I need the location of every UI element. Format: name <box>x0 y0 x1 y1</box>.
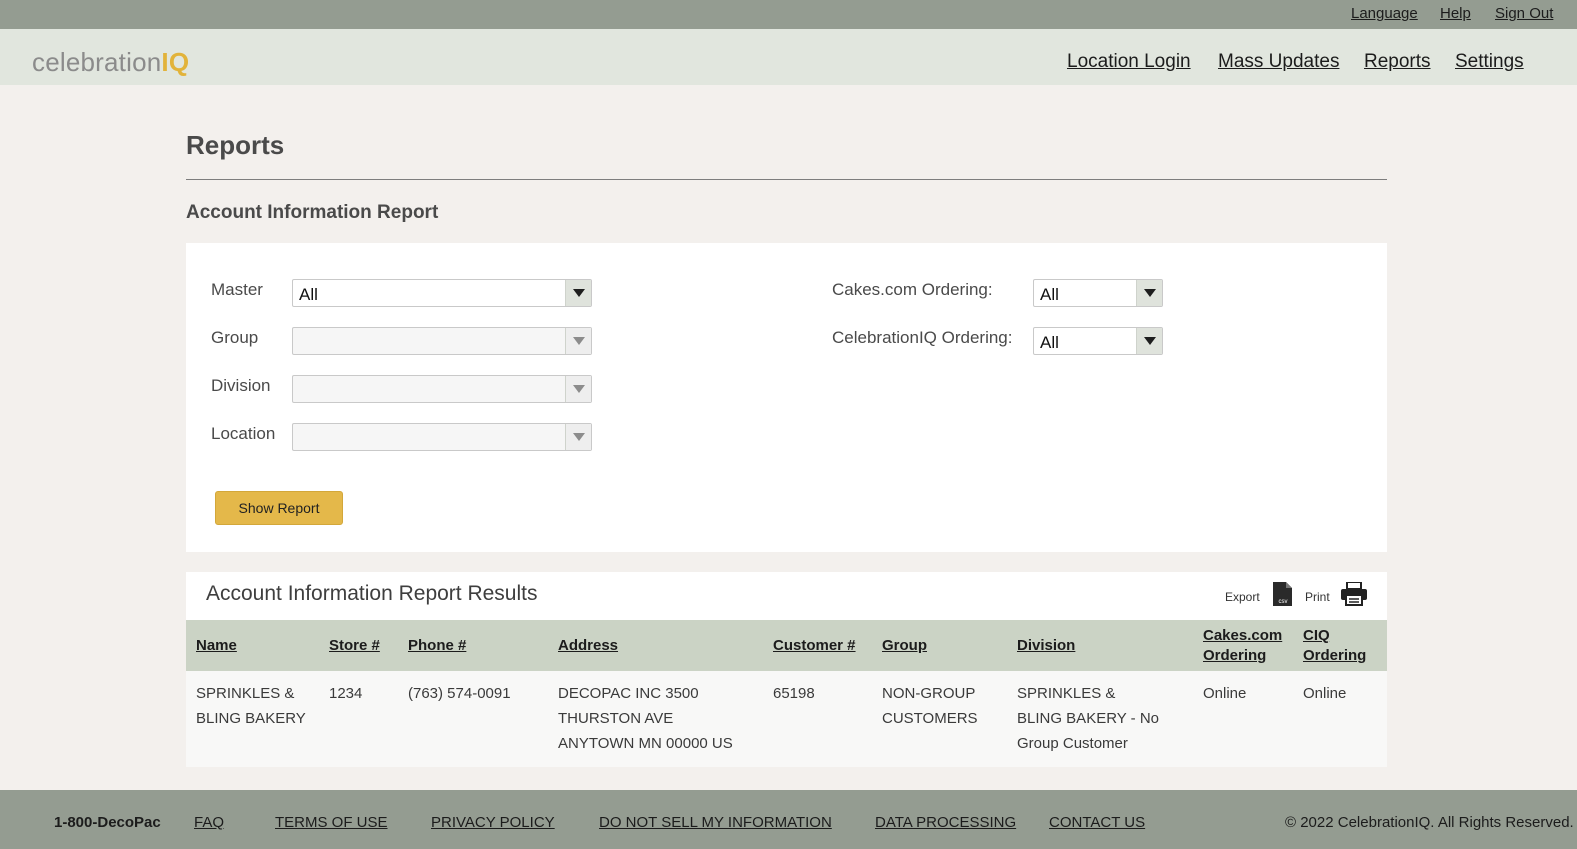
footer-data-processing-link[interactable]: DATA PROCESSING <box>875 814 1016 831</box>
master-label: Master <box>211 280 263 299</box>
help-link[interactable]: Help <box>1440 5 1471 22</box>
sign-out-link[interactable]: Sign Out <box>1495 5 1553 22</box>
col-address[interactable]: Address <box>558 636 618 656</box>
chevron-down-icon <box>565 424 591 450</box>
cakes-ordering-label: Cakes.com Ordering: <box>832 280 993 299</box>
chevron-down-icon <box>1136 328 1162 354</box>
export-label[interactable]: Export <box>1225 590 1260 604</box>
location-label: Location <box>211 424 276 443</box>
master-select-value: All <box>299 285 318 304</box>
printer-icon[interactable] <box>1340 582 1368 606</box>
ciq-ordering-select[interactable]: All <box>1033 327 1163 355</box>
col-store[interactable]: Store # <box>329 636 380 656</box>
group-select[interactable] <box>292 327 592 355</box>
show-report-button[interactable]: Show Report <box>215 491 343 525</box>
footer-contact-link[interactable]: CONTACT US <box>1049 814 1145 831</box>
nav-mass-updates[interactable]: Mass Updates <box>1218 51 1339 73</box>
nav-location-login[interactable]: Location Login <box>1067 51 1191 73</box>
language-link[interactable]: Language <box>1351 5 1418 22</box>
cell-customer: 65198 <box>773 685 815 702</box>
cell-ciq-ordering: Online <box>1303 685 1347 702</box>
celebrationiq-logo[interactable]: celebrationIQ <box>32 49 189 75</box>
col-cakes-ordering[interactable]: Cakes.com Ordering <box>1203 626 1283 666</box>
cell-division: SPRINKLES & BLING BAKERY - No Group Cust… <box>1017 685 1160 752</box>
col-ciq-ordering[interactable]: CIQ Ordering <box>1303 626 1373 666</box>
cell-phone: (763) 574-0091 <box>408 685 511 702</box>
cell-cakes-ordering: Online <box>1203 685 1247 702</box>
chevron-down-icon <box>565 280 591 306</box>
chevron-down-icon <box>565 328 591 354</box>
csv-icon-text: csv <box>1279 599 1288 605</box>
col-phone[interactable]: Phone # <box>408 636 466 656</box>
main-header: celebrationIQ Location Login Mass Update… <box>0 29 1577 85</box>
footer-copyright: © 2022 CelebrationIQ. All Rights Reserve… <box>1285 814 1574 831</box>
results-title: Account Information Report Results <box>206 582 538 605</box>
division-select[interactable] <box>292 375 592 403</box>
logo-text: celebration <box>32 47 162 77</box>
cell-name: SPRINKLES & BLING BAKERY <box>196 685 306 727</box>
location-select[interactable] <box>292 423 592 451</box>
footer: 1-800-DecoPac FAQ TERMS OF USE PRIVACY P… <box>0 790 1577 849</box>
col-customer[interactable]: Customer # <box>773 636 856 656</box>
chevron-down-icon <box>565 376 591 402</box>
results-panel: Account Information Report Results Expor… <box>186 572 1387 767</box>
report-title: Account Information Report <box>186 202 439 223</box>
col-division[interactable]: Division <box>1017 636 1075 656</box>
footer-terms-link[interactable]: TERMS OF USE <box>275 814 388 831</box>
cakes-ordering-select[interactable]: All <box>1033 279 1163 307</box>
footer-faq-link[interactable]: FAQ <box>194 814 224 831</box>
master-select[interactable]: All <box>292 279 592 307</box>
cell-group: NON-GROUP CUSTOMERS <box>882 685 978 727</box>
cell-address: DECOPAC INC 3500 THURSTON AVE ANYTOWN MN… <box>558 685 733 752</box>
results-header: Account Information Report Results Expor… <box>186 572 1387 620</box>
table-header-row: Name Store # Phone # Address Customer # … <box>186 620 1387 671</box>
logo-accent: IQ <box>161 47 190 77</box>
col-name[interactable]: Name <box>196 636 237 656</box>
cakes-ordering-value: All <box>1040 285 1059 304</box>
footer-do-not-sell-link[interactable]: DO NOT SELL MY INFORMATION <box>599 814 832 831</box>
page-title: Reports <box>186 130 285 160</box>
footer-phone: 1-800-DecoPac <box>54 814 161 831</box>
top-utility-bar: Language Help Sign Out <box>0 0 1577 29</box>
nav-settings[interactable]: Settings <box>1455 51 1524 73</box>
ciq-ordering-label: CelebrationIQ Ordering: <box>832 328 1013 347</box>
footer-privacy-link[interactable]: PRIVACY POLICY <box>431 814 555 831</box>
ciq-ordering-value: All <box>1040 333 1059 352</box>
chevron-down-icon <box>1136 280 1162 306</box>
print-label[interactable]: Print <box>1305 590 1330 604</box>
division-label: Division <box>211 376 271 395</box>
cell-store: 1234 <box>329 685 363 702</box>
title-divider <box>186 179 1387 180</box>
group-label: Group <box>211 328 259 347</box>
col-group[interactable]: Group <box>882 636 927 656</box>
csv-export-icon[interactable]: csv <box>1271 582 1293 606</box>
nav-reports[interactable]: Reports <box>1364 51 1431 73</box>
